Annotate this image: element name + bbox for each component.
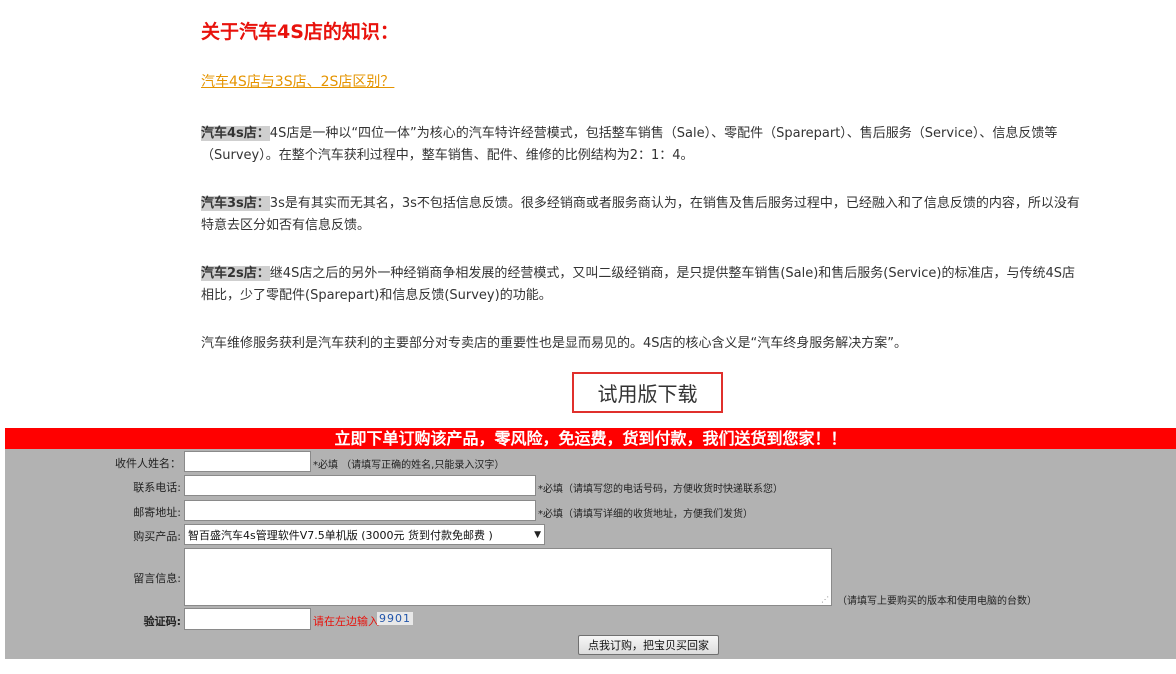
captcha-hint: 请在左边输入 [313, 615, 379, 628]
address-label: 邮寄地址: [133, 506, 181, 519]
paragraph-text: 汽车维修服务获利是汽车获利的主要部分对专卖店的重要性也是显而易见的。4S店的核心… [201, 336, 907, 351]
order-form: 收件人姓名： *必填 （请填写正确的姓名,只能录入汉字） 联系电话: *必填（请… [5, 449, 1176, 659]
paragraph-4s: 汽车4s店：4S店是一种以“四位一体”为核心的汽车特许经营模式，包括整车销售（S… [201, 123, 1086, 167]
paragraph-3s: 汽车3s店：3s是有其实而无其名，3s不包括信息反馈。很多经销商或者服务商认为，… [201, 193, 1086, 237]
paragraph-text: 4S店是一种以“四位一体”为核心的汽车特许经营模式，包括整车销售（Sale）、零… [201, 126, 1058, 163]
message-textarea[interactable]: ⋰ [184, 548, 832, 606]
message-hint: （请填写上要购买的版本和使用电脑的台数） [837, 596, 1037, 607]
name-hint: *必填 （请填写正确的姓名,只能录入汉字） [313, 460, 505, 471]
captcha-code-image[interactable]: 9901 [377, 612, 413, 625]
order-banner: 立即下单订购该产品，零风险，免运费，货到付款，我们送货到您家！！ [5, 428, 1176, 449]
product-label: 购买产品: [133, 530, 181, 543]
address-hint: *必填（请填写详细的收货地址，方便我们发货） [538, 509, 753, 520]
submit-order-button[interactable]: 点我订购，把宝贝买回家 [578, 635, 719, 655]
phone-hint: *必填（请填写您的电话号码，方便收货时快递联系您） [538, 484, 783, 495]
paragraph-summary: 汽车维修服务获利是汽车获利的主要部分对专卖店的重要性也是显而易见的。4S店的核心… [201, 333, 1086, 355]
paragraph-label: 汽车4s店： [201, 126, 270, 141]
product-selected-value: 智百盛汽车4s管理软件V7.5单机版 (3000元 货到付款免邮费 ) [188, 528, 493, 542]
product-select[interactable]: 智百盛汽车4s管理软件V7.5单机版 (3000元 货到付款免邮费 ) ▼ [184, 524, 545, 545]
name-label: 收件人姓名： [115, 457, 181, 470]
paragraph-text: 3s是有其实而无其名，3s不包括信息反馈。很多经销商或者服务商认为，在销售及售后… [201, 196, 1080, 233]
chevron-down-icon: ▼ [534, 529, 541, 540]
trial-download-button[interactable]: 试用版下载 [572, 372, 723, 413]
page-title: 关于汽车4S店的知识： [201, 21, 399, 43]
resize-grip-icon[interactable]: ⋰ [821, 595, 829, 604]
paragraph-2s: 汽车2s店：继4S店之后的另外一种经销商争相发展的经营模式，又叫二级经销商，是只… [201, 263, 1086, 307]
name-input[interactable] [184, 451, 311, 472]
captcha-label: 验证码: [143, 615, 181, 628]
article-link[interactable]: 汽车4S店与3S店、2S店区别？ [201, 71, 394, 91]
paragraph-label: 汽车3s店： [201, 196, 270, 211]
paragraph-label: 汽车2s店： [201, 266, 270, 281]
captcha-input[interactable] [184, 608, 311, 630]
phone-label: 联系电话: [133, 481, 181, 494]
address-input[interactable] [184, 500, 536, 521]
phone-input[interactable] [184, 475, 536, 496]
message-label: 留言信息: [133, 572, 181, 585]
paragraph-text: 继4S店之后的另外一种经销商争相发展的经营模式，又叫二级经销商，是只提供整车销售… [201, 266, 1076, 303]
